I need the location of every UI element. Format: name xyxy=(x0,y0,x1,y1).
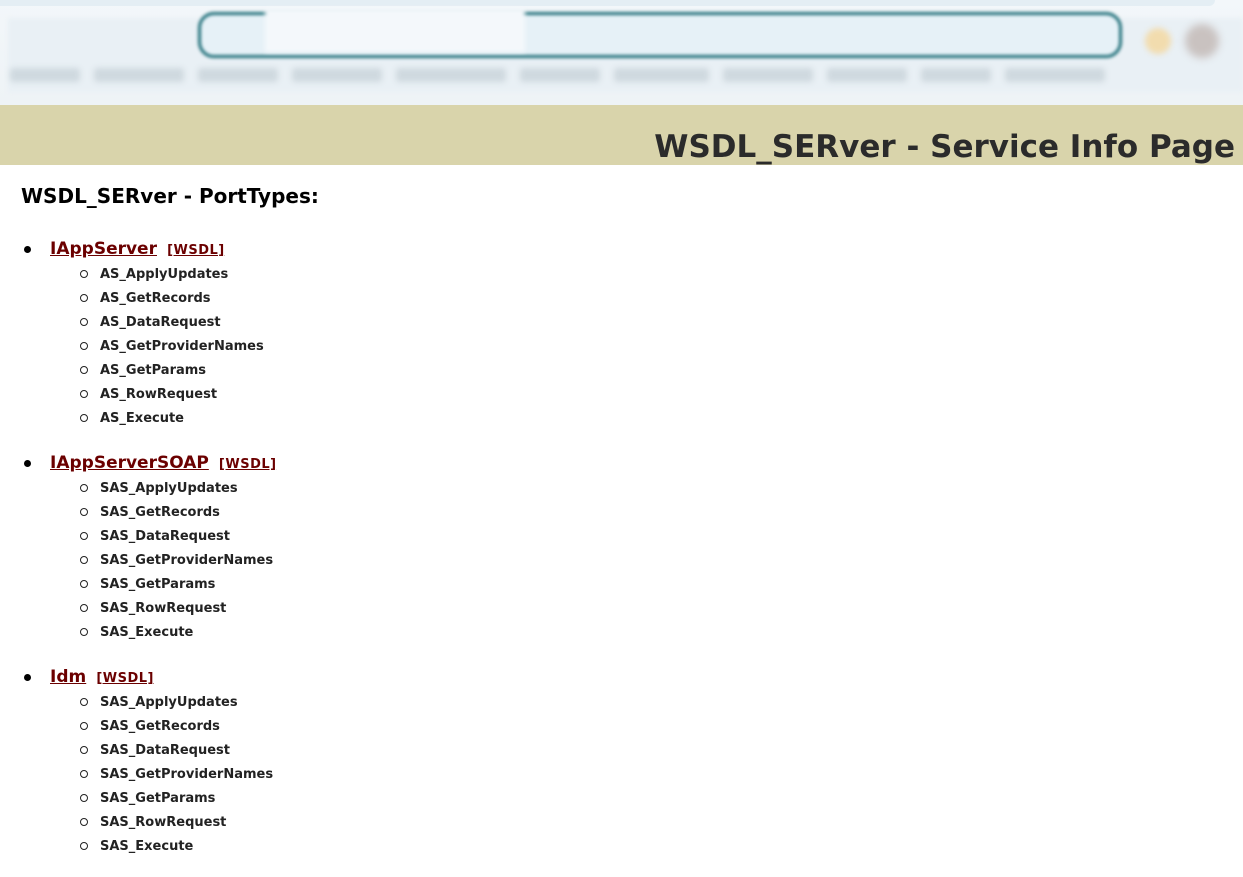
operation-item: SAS_ApplyUpdates xyxy=(80,477,1221,501)
bookmark-item[interactable] xyxy=(827,68,907,82)
porttype-item: IAppServerSOAP [WSDL] SAS_ApplyUpdates SAS… xyxy=(24,449,1221,645)
bookmark-item[interactable] xyxy=(396,68,506,82)
porttype-item: IAppServer [WSDL] AS_ApplyUpdates AS_GetRe… xyxy=(24,235,1221,431)
operation-item: AS_Execute xyxy=(80,407,1221,431)
porttype-link[interactable]: Idm xyxy=(50,667,86,687)
operation-item: SAS_GetParams xyxy=(80,573,1221,597)
porttype-header: IAppServerSOAP [WSDL] xyxy=(50,449,1221,477)
bookmark-item[interactable] xyxy=(10,68,80,82)
porttype-header: Idm [WSDL] xyxy=(50,663,1221,691)
operation-item: AS_GetRecords xyxy=(80,287,1221,311)
porttype-link[interactable]: IAppServerSOAP xyxy=(50,453,209,473)
operation-item: AS_DataRequest xyxy=(80,311,1221,335)
operation-item: SAS_ApplyUpdates xyxy=(80,691,1221,715)
wsdl-link[interactable]: [WSDL] xyxy=(219,457,277,472)
operation-item: SAS_GetRecords xyxy=(80,715,1221,739)
operation-item: SAS_RowRequest xyxy=(80,811,1221,835)
extension-icon[interactable] xyxy=(1145,28,1171,54)
main-content: WSDL_SERver - PortTypes: IAppServer [WSD… xyxy=(21,181,1221,877)
bookmark-item[interactable] xyxy=(198,68,278,82)
bookmark-item[interactable] xyxy=(614,68,709,82)
operation-item: AS_GetParams xyxy=(80,359,1221,383)
bookmark-item[interactable] xyxy=(292,68,382,82)
porttype-item: Idm [WSDL] SAS_ApplyUpdates SAS_GetRecords… xyxy=(24,663,1221,859)
bookmark-item[interactable] xyxy=(723,68,813,82)
bookmark-item[interactable] xyxy=(1005,68,1105,82)
operation-item: SAS_DataRequest xyxy=(80,525,1221,549)
operation-list: AS_ApplyUpdates AS_GetRecords AS_DataReque… xyxy=(50,263,1221,431)
section-title: WSDL_SERver - PortTypes: xyxy=(21,184,319,208)
operation-item: SAS_Execute xyxy=(80,835,1221,859)
operation-item: SAS_DataRequest xyxy=(80,739,1221,763)
operation-item: SAS_Execute xyxy=(80,621,1221,645)
operation-item: SAS_GetProviderNames xyxy=(80,763,1221,787)
address-bar-text xyxy=(265,8,525,52)
browser-tab-strip xyxy=(0,0,1215,6)
porttype-list: IAppServer [WSDL] AS_ApplyUpdates AS_GetRe… xyxy=(21,235,1221,859)
profile-avatar[interactable] xyxy=(1185,24,1219,58)
bookmark-item[interactable] xyxy=(94,68,184,82)
browser-chrome-blurred xyxy=(0,0,1243,105)
operation-item: AS_RowRequest xyxy=(80,383,1221,407)
operation-item: SAS_GetRecords xyxy=(80,501,1221,525)
operation-item: SAS_GetParams xyxy=(80,787,1221,811)
operation-list: SAS_ApplyUpdates SAS_GetRecords SAS_DataRe… xyxy=(50,477,1221,645)
operation-item: SAS_RowRequest xyxy=(80,597,1221,621)
operation-item: SAS_GetProviderNames xyxy=(80,549,1221,573)
bookmarks-bar xyxy=(10,62,1240,88)
porttype-header: IAppServer [WSDL] xyxy=(50,235,1221,263)
operation-item: AS_ApplyUpdates xyxy=(80,263,1221,287)
operation-item: AS_GetProviderNames xyxy=(80,335,1221,359)
page-title: WSDL_SERver - Service Info Page xyxy=(654,129,1235,165)
bookmark-item[interactable] xyxy=(921,68,991,82)
wsdl-link[interactable]: [WSDL] xyxy=(96,671,154,686)
bookmark-item[interactable] xyxy=(520,68,600,82)
operation-list: SAS_ApplyUpdates SAS_GetRecords SAS_DataRe… xyxy=(50,691,1221,859)
porttype-link[interactable]: IAppServer xyxy=(50,239,157,259)
wsdl-link[interactable]: [WSDL] xyxy=(167,243,225,258)
page-header-banner: WSDL_SERver - Service Info Page xyxy=(0,105,1243,165)
